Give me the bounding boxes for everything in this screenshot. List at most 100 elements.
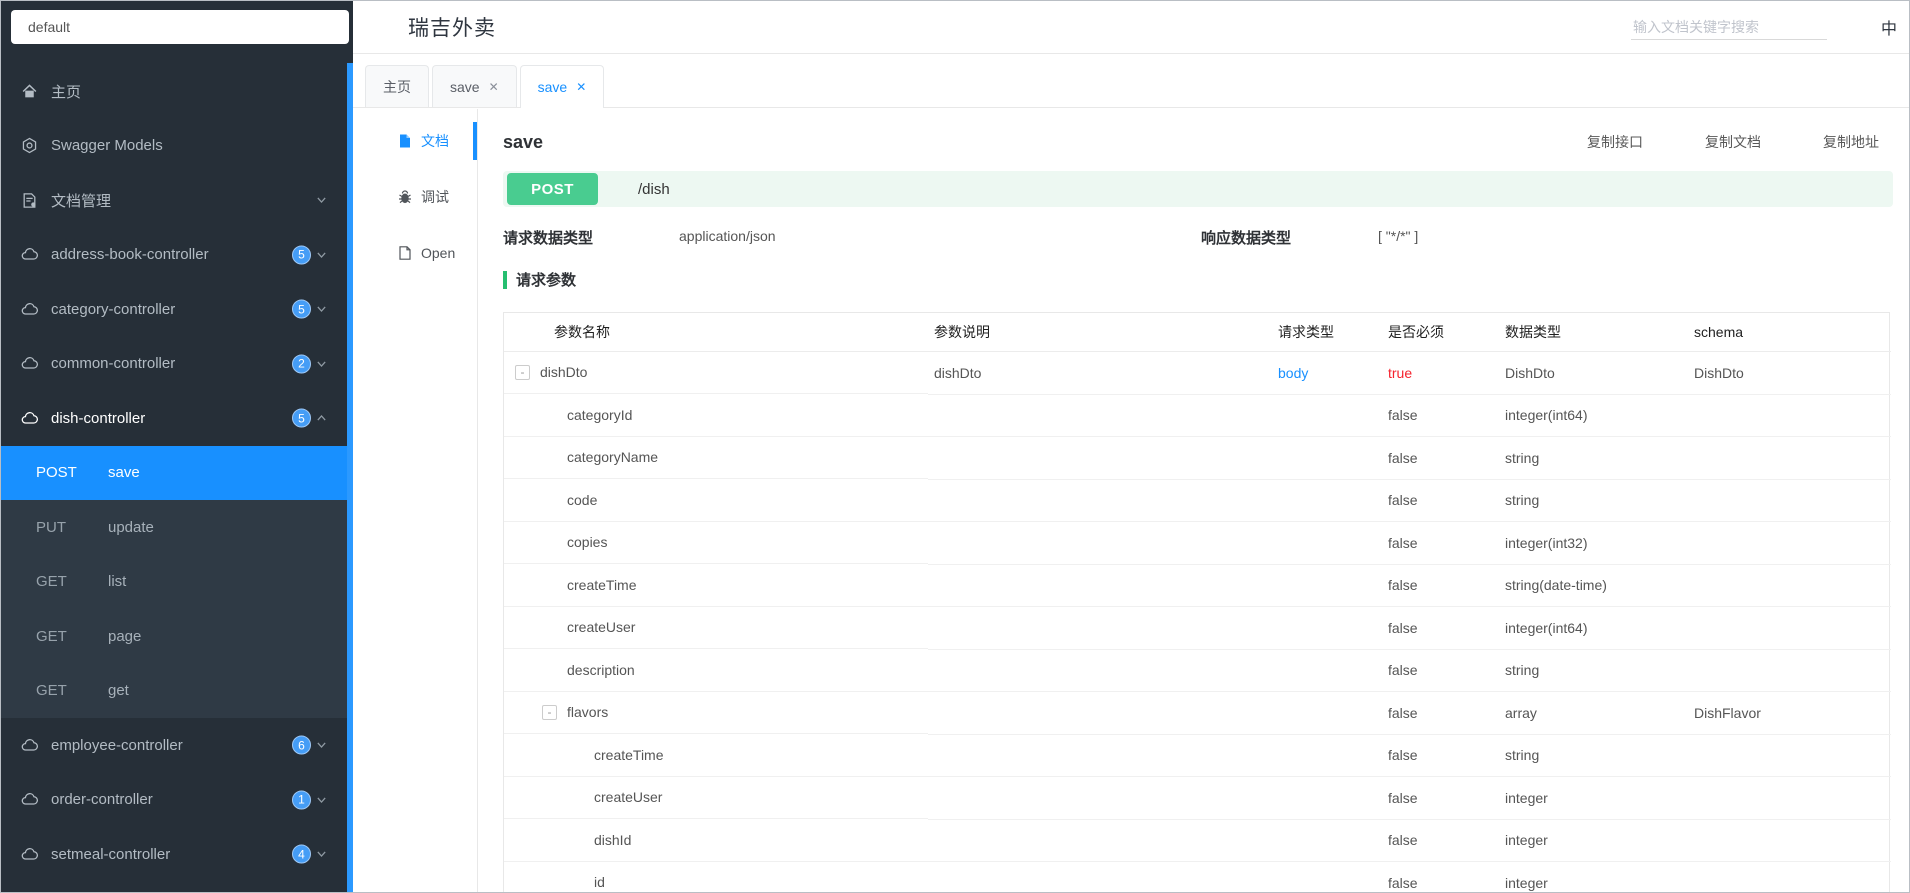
- sidebar-item-label: employee-controller: [51, 736, 183, 754]
- param-reqtype-cell: [1272, 861, 1382, 892]
- copy-action-0[interactable]: 复制接口: [1587, 132, 1643, 152]
- tab-save-2[interactable]: save ✕: [519, 65, 605, 108]
- param-reqtype-cell: [1272, 649, 1382, 692]
- doc-sidebar-item-Open[interactable]: Open: [353, 225, 477, 281]
- param-reqtype-cell: [1272, 734, 1382, 777]
- param-name: categoryName: [567, 449, 659, 466]
- param-name-cell: description: [504, 649, 928, 692]
- param-required-cell: false: [1382, 649, 1499, 692]
- param-desc-cell: [928, 734, 1272, 777]
- sidebar-item-address-book-controller[interactable]: address-book-controller 5: [1, 228, 347, 283]
- sidebar-item-employee-controller[interactable]: employee-controller 6: [1, 718, 347, 773]
- col-header-1: 参数说明: [928, 313, 1272, 352]
- param-desc-cell: [928, 436, 1272, 480]
- param-datatype-cell: integer(int64): [1499, 606, 1688, 650]
- tab-主页-0[interactable]: 主页: [365, 65, 429, 107]
- param-datatype-cell: integer: [1499, 776, 1688, 820]
- sidebar-submenu: POST save PUT update GET list GET page G…: [1, 445, 347, 719]
- endpoint-name: get: [108, 682, 129, 700]
- api-icon: [21, 355, 38, 372]
- sidebar-item-common-controller[interactable]: common-controller 2: [1, 337, 347, 392]
- sidebar-item-label: 文档管理: [51, 192, 112, 210]
- table-row: - flavors false array DishFlavor: [504, 691, 1891, 735]
- param-schema-cell: [1688, 479, 1891, 522]
- param-name-cell: - flavors: [504, 692, 928, 734]
- response-type-value: [ "*/*" ]: [1378, 228, 1419, 244]
- param-desc-cell: [928, 479, 1272, 522]
- doc-sidebar-item-调试[interactable]: 调试: [353, 169, 477, 225]
- doc-sidebar-item-文档[interactable]: 文档: [353, 113, 477, 169]
- table-row: createUser false integer: [504, 776, 1891, 820]
- content-row: 文档 调试 Open save 复制接口 复制文档 复制地址 POST /dish …: [353, 109, 1909, 892]
- param-desc-cell: [928, 691, 1272, 735]
- request-type-label: 请求数据类型: [503, 230, 594, 247]
- doc-search-input[interactable]: [1630, 14, 1827, 40]
- collapse-toggle[interactable]: -: [515, 364, 530, 380]
- sidebar-endpoint-get[interactable]: GET get: [1, 664, 347, 719]
- close-icon[interactable]: ✕: [576, 80, 586, 94]
- count-badge: 4: [292, 844, 311, 864]
- copy-action-2[interactable]: 复制地址: [1823, 132, 1879, 152]
- sidebar-item-label: Swagger Models: [51, 137, 163, 155]
- param-datatype-cell: string: [1499, 734, 1688, 777]
- chevron-down-icon: [315, 248, 328, 261]
- param-datatype-cell: string: [1499, 436, 1688, 480]
- tab-save-1[interactable]: save ✕: [432, 65, 517, 107]
- param-name-cell: createUser: [504, 607, 928, 649]
- param-name-cell: - dishDto: [504, 352, 928, 394]
- chevron-down-icon: [315, 848, 328, 861]
- param-desc-cell: [928, 564, 1272, 607]
- sidebar-item-dish-controller[interactable]: dish-controller 5: [1, 391, 347, 446]
- param-name: code: [567, 491, 598, 508]
- sidebar-item-label: setmeal-controller: [51, 845, 171, 863]
- col-header-5: schema: [1688, 313, 1891, 352]
- param-name-cell: createTime: [504, 734, 928, 777]
- sidebar-item-label: dish-controller: [51, 409, 146, 427]
- param-required-cell: false: [1382, 819, 1499, 862]
- doc-inner-sidebar: 文档 调试 Open: [353, 109, 478, 892]
- sidebar-item-swagger-models[interactable]: Swagger Models: [1, 119, 347, 174]
- param-name-cell: categoryName: [504, 437, 928, 479]
- count-badge: 5: [292, 299, 311, 319]
- api-icon: [21, 846, 38, 863]
- sidebar-endpoint-list[interactable]: GET list: [1, 555, 347, 610]
- col-header-2: 请求类型: [1272, 313, 1382, 352]
- copy-action-1[interactable]: 复制文档: [1705, 132, 1761, 152]
- sidebar-item-category-controller[interactable]: category-controller 5: [1, 282, 347, 337]
- language-toggle[interactable]: 中: [1881, 15, 1897, 39]
- collapse-toggle[interactable]: -: [542, 704, 557, 720]
- param-name-cell: dishId: [504, 819, 928, 862]
- param-desc-cell: dishDto: [928, 351, 1272, 395]
- param-name: categoryId: [567, 406, 633, 423]
- doc-sidebar-item-label: 调试: [421, 189, 449, 205]
- open-icon: [397, 245, 413, 261]
- param-required-cell: true: [1382, 351, 1499, 395]
- sidebar-endpoint-page[interactable]: GET page: [1, 609, 347, 664]
- sidebar-item-setmeal-controller[interactable]: setmeal-controller 4: [1, 827, 347, 882]
- table-row: - dishDto dishDto body true DishDto DishD…: [504, 351, 1891, 395]
- sidebar-item-label: address-book-controller: [51, 246, 209, 264]
- api-title-row: save 复制接口 复制文档 复制地址: [503, 127, 1893, 157]
- copy-actions: 复制接口 复制文档 复制地址: [1525, 132, 1893, 152]
- request-type-value: application/json: [679, 228, 776, 244]
- sidebar-endpoint-update[interactable]: PUT update: [1, 500, 347, 555]
- param-name: createUser: [594, 789, 663, 806]
- api-group-select[interactable]: default: [11, 10, 349, 44]
- sidebar-item-order-controller[interactable]: order-controller 1: [1, 773, 347, 828]
- close-icon[interactable]: ✕: [489, 80, 499, 94]
- param-schema-cell: [1688, 734, 1891, 777]
- param-required-cell: false: [1382, 861, 1499, 892]
- param-desc-cell: [928, 649, 1272, 692]
- param-datatype-cell: array: [1499, 691, 1688, 735]
- param-datatype-cell: string: [1499, 649, 1688, 692]
- app-title: 瑞吉外卖: [408, 17, 496, 40]
- doc-sidebar-item-label: Open: [421, 245, 456, 261]
- param-schema-cell: [1688, 436, 1891, 480]
- param-reqtype-cell: [1272, 776, 1382, 820]
- param-name-cell: copies: [504, 522, 928, 564]
- sidebar-endpoint-save[interactable]: POST save: [1, 445, 347, 500]
- table-row: copies false integer(int32): [504, 521, 1891, 565]
- sidebar-item--[interactable]: 文档管理: [1, 173, 347, 228]
- api-icon: [21, 246, 38, 263]
- sidebar-item--[interactable]: 主页: [1, 64, 347, 119]
